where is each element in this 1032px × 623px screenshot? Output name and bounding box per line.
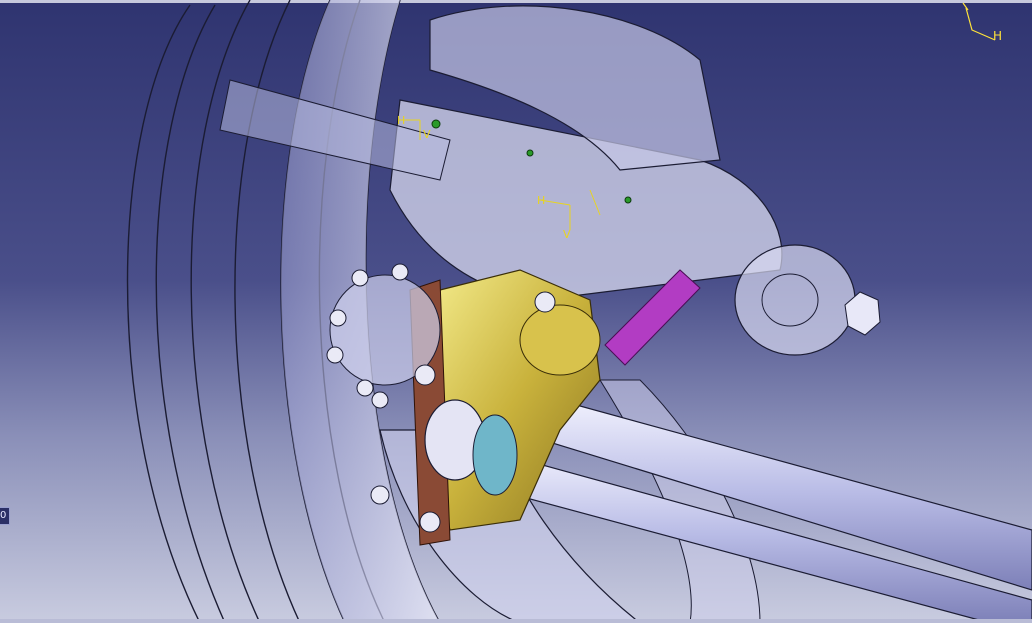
cad-model-render[interactable]: H V H V <box>0 0 1032 623</box>
annot-h2: H <box>537 194 545 207</box>
seal-ring <box>472 414 518 496</box>
compass-h-label: H <box>993 29 1003 43</box>
edge-readout: 0 <box>0 507 10 525</box>
caliper-housing <box>519 304 601 376</box>
annot-h1: H <box>397 114 405 127</box>
viewport-bottom-border <box>0 619 1032 623</box>
hub-cylinder <box>734 244 856 356</box>
marker-3 <box>431 119 441 129</box>
marker-2 <box>624 196 632 204</box>
annot-v1: V <box>423 128 431 141</box>
3d-viewport[interactable]: H V H V H 0 <box>0 0 1032 623</box>
annot-v2: V <box>563 228 571 241</box>
axis-triad <box>962 2 996 41</box>
marker-1 <box>526 149 534 157</box>
